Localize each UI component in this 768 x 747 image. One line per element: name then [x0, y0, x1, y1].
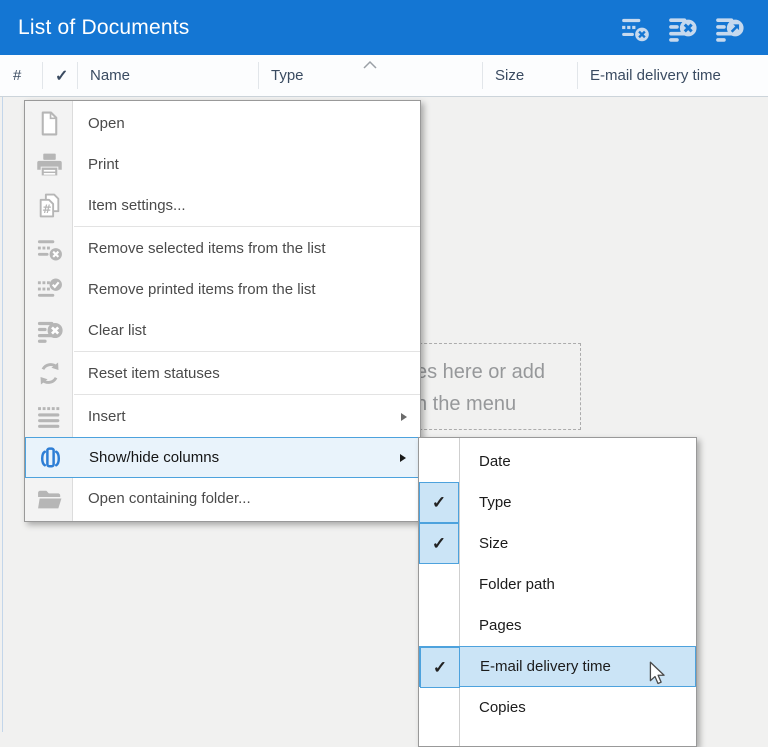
column-header-label: #	[13, 67, 21, 84]
column-header-name[interactable]: Name	[77, 55, 258, 96]
columns-icon	[26, 438, 74, 479]
submenu-item-date[interactable]: Date	[419, 441, 696, 482]
check-icon: ✓	[433, 658, 447, 678]
column-divider	[482, 62, 483, 89]
menu-item-reset-item-statuses[interactable]: Reset item statuses	[25, 353, 420, 394]
submenu-item-folder-path[interactable]: Folder path	[419, 564, 696, 605]
column-divider	[258, 62, 259, 89]
submenu-item-size[interactable]: ✓ Size	[419, 523, 696, 564]
document-number-icon: #	[25, 185, 73, 226]
menu-item-label: Item settings...	[88, 197, 186, 214]
menu-item-label: Open	[88, 115, 125, 132]
check-icon: ✓	[55, 66, 68, 86]
column-header-size[interactable]: Size	[482, 55, 577, 96]
menu-item-label: Reset item statuses	[88, 365, 220, 382]
printer-icon	[25, 144, 73, 185]
remove-selected-items-icon[interactable]	[620, 13, 650, 43]
column-header-check[interactable]: ✓	[42, 55, 77, 96]
menu-item-label: Open containing folder...	[88, 490, 251, 507]
column-divider	[42, 62, 43, 89]
menu-item-label: Remove printed items from the list	[88, 281, 316, 298]
menu-item-remove-printed-items-from-the-list[interactable]: Remove printed items from the list	[25, 269, 420, 310]
list-insert-icon	[25, 396, 73, 437]
list-dotted-check-icon	[25, 269, 73, 310]
submenu-item-label: E-mail delivery time	[480, 658, 611, 675]
column-header-label: Type	[271, 67, 304, 84]
unchecked-checkbox	[419, 605, 459, 646]
submenu-item-label: Date	[479, 453, 511, 470]
menu-item-label: Insert	[88, 408, 126, 425]
menu-item-remove-selected-items-from-the-list[interactable]: Remove selected items from the list	[25, 228, 420, 269]
menu-item-item-settings[interactable]: # Item settings...	[25, 185, 420, 226]
unchecked-checkbox	[419, 564, 459, 605]
submenu-arrow-icon	[401, 413, 407, 421]
check-icon: ✓	[432, 534, 446, 554]
submenu-item-type[interactable]: ✓ Type	[419, 482, 696, 523]
list-header: # ✓ Name Type Size E-mail delivery time	[0, 55, 768, 97]
submenu-item-label: Folder path	[479, 576, 555, 593]
dropzone-text-line: es here or add	[416, 361, 545, 384]
cursor-pointer	[645, 659, 671, 685]
submenu-arrow-icon	[400, 454, 406, 462]
window-left-edge	[2, 97, 3, 732]
unchecked-checkbox	[419, 441, 459, 482]
check-icon: ✓	[432, 493, 446, 513]
submenu-item-pages[interactable]: Pages	[419, 605, 696, 646]
context-menu: Open Print # Item settings... Remove selecte…	[24, 100, 421, 522]
menu-item-label: Clear list	[88, 322, 146, 339]
column-header-label: Name	[90, 67, 130, 84]
menu-item-clear-list[interactable]: Clear list	[25, 310, 420, 351]
checked-checkbox: ✓	[419, 523, 459, 564]
checked-checkbox: ✓	[419, 482, 459, 523]
refresh-icon	[25, 353, 73, 394]
sort-ascending-caret	[362, 57, 378, 67]
titlebar: List of Documents	[0, 0, 768, 55]
menu-item-insert[interactable]: Insert	[25, 396, 420, 437]
svg-text:#: #	[42, 202, 52, 216]
menu-item-label: Print	[88, 156, 119, 173]
column-header-e-mail-delivery-time[interactable]: E-mail delivery time	[577, 55, 768, 96]
menu-item-label: Show/hide columns	[89, 449, 219, 466]
menu-item-open-containing-folder[interactable]: Open containing folder...	[25, 478, 420, 519]
dropzone-text-line: n the menu	[416, 393, 516, 416]
submenu-item-label: Size	[479, 535, 508, 552]
submenu-item-label: Type	[479, 494, 512, 511]
column-divider	[577, 62, 578, 89]
column-header-label: E-mail delivery time	[590, 67, 721, 84]
list-dotted-x-icon	[25, 228, 73, 269]
menu-item-open[interactable]: Open	[25, 103, 420, 144]
clear-list-icon[interactable]	[667, 13, 697, 43]
submenu-item-label: Copies	[479, 699, 526, 716]
menu-item-label: Remove selected items from the list	[88, 240, 326, 257]
open-list-icon[interactable]	[714, 13, 744, 43]
document-icon	[25, 103, 73, 144]
submenu-item-label: Pages	[479, 617, 522, 634]
folder-icon	[25, 478, 73, 519]
column-header-label: Size	[495, 67, 524, 84]
list-x-icon	[25, 310, 73, 351]
show-hide-columns-submenu: Date ✓ Type ✓ Size Folder path Pages ✓ E-mail de…	[418, 437, 697, 747]
column-divider	[77, 62, 78, 89]
titlebar-toolbar	[620, 0, 744, 55]
column-header-number[interactable]: #	[0, 55, 42, 96]
menu-item-print[interactable]: Print	[25, 144, 420, 185]
checked-checkbox: ✓	[420, 647, 460, 688]
window-title: List of Documents	[0, 16, 189, 40]
menu-item-show-hide-columns[interactable]: Show/hide columns	[25, 437, 420, 478]
submenu-item-copies[interactable]: Copies	[419, 687, 696, 728]
unchecked-checkbox	[419, 687, 459, 728]
